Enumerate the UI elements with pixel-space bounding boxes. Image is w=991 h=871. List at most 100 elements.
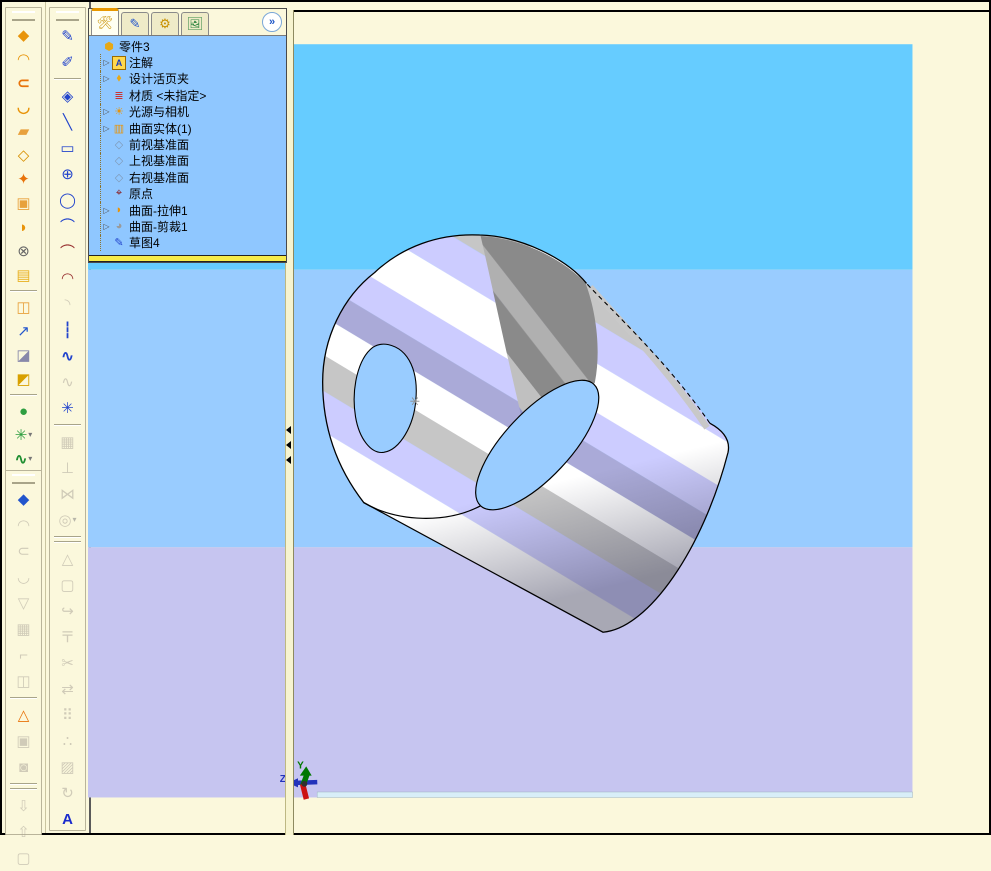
splitter-collapse-arrow[interactable]	[286, 441, 291, 449]
midsurface-button[interactable]: ◫	[6, 295, 41, 319]
filled-surface-button[interactable]: ●	[6, 399, 41, 423]
tree-item-12[interactable]: ✎ 草图4	[100, 234, 286, 252]
tree-item-icon: ◇	[114, 139, 124, 152]
sketch-button[interactable]: ✎	[50, 23, 85, 49]
radiate-surface-button[interactable]: ✦	[6, 167, 41, 191]
mirror-entities-button[interactable]: ⋈	[50, 481, 85, 507]
convert-box-button[interactable]: ▢	[50, 572, 85, 598]
tree-item-10[interactable]: ▷ ◗ 曲面-拉伸1	[100, 201, 286, 219]
expand-arrow-icon[interactable]: ▷	[101, 222, 112, 231]
splitter-collapse-arrow[interactable]	[286, 426, 291, 434]
expand-arrow-icon[interactable]: ▷	[101, 206, 112, 215]
offset-surface-button[interactable]: ◇	[6, 143, 41, 167]
point-button[interactable]: ✳	[50, 395, 85, 421]
tangent-arc-button[interactable]: ⌒	[50, 239, 85, 265]
line-button[interactable]: ╲	[50, 109, 85, 135]
planar-surface-button[interactable]: ▰	[6, 119, 41, 143]
rectangle-button[interactable]: ▭	[50, 135, 85, 161]
pattern-feature-button[interactable]: ▦	[6, 616, 41, 642]
text-sketch-button[interactable]: ▦	[50, 429, 85, 455]
dropdown-arrow-icon[interactable]: ▾	[28, 431, 32, 439]
tree-item-11[interactable]: ▷ ◕ 曲面-剪裁1	[100, 218, 286, 235]
delete-face-button[interactable]: ⊗	[6, 239, 41, 263]
hole-wizard-button[interactable]: ⇧	[6, 819, 41, 845]
tree-item-label: 前视基准面	[129, 138, 190, 153]
spline-on-surface-button[interactable]: ∿	[50, 369, 85, 395]
rib-feature-button[interactable]: △	[6, 702, 41, 728]
lofted-surface-button[interactable]: ◡	[6, 95, 41, 119]
three-point-arc-button[interactable]: ◠	[50, 265, 85, 291]
tree-rollback-bar[interactable]	[89, 255, 286, 262]
convert-entities-button[interactable]: ↪	[50, 598, 85, 624]
pipe-feature-button[interactable]: ⌐	[6, 642, 41, 668]
tree-item-9[interactable]: ⌖ 原点	[100, 185, 286, 202]
tree-item-3[interactable]: ≣ 材质 <未指定>	[100, 87, 286, 104]
swept-boss-button[interactable]: ⊂	[6, 538, 41, 564]
offset-entities-button[interactable]: 〒	[50, 624, 85, 650]
panel-expand-button[interactable]: »	[262, 12, 282, 32]
tree-item-4[interactable]: ▷ ☀ 光源与相机	[100, 103, 286, 120]
add-relation-button[interactable]: ⊥	[50, 455, 85, 481]
modify-plusminus-button[interactable]: ↻	[50, 780, 85, 806]
expand-arrow-icon[interactable]: ▷	[101, 58, 112, 67]
extruded-boss-button[interactable]: ◆	[6, 486, 41, 512]
expand-arrow-icon[interactable]: ▷	[101, 124, 112, 133]
lofted-boss-button[interactable]: ◡	[6, 564, 41, 590]
modify-sketch-button[interactable]: ◈	[50, 83, 85, 109]
thicken-button[interactable]: ▤	[6, 263, 41, 287]
toolbar-grip[interactable]	[12, 11, 35, 21]
extruded-surface-icon: ◆	[17, 26, 30, 44]
expand-arrow-icon[interactable]: ▷	[101, 74, 112, 83]
trim-surface-button[interactable]: ◪	[6, 343, 41, 367]
ruled-surface-button[interactable]: ◗	[6, 215, 41, 239]
dropdown-arrow-icon[interactable]: ▾	[73, 516, 77, 524]
convert-bell-button[interactable]: △	[50, 546, 85, 572]
tree-item-6[interactable]: ◇ 前视基准面	[100, 136, 286, 153]
sketch-picture-button[interactable]: ▨	[50, 754, 85, 780]
shell-feature-button[interactable]: ◫	[6, 668, 41, 694]
tab-appearances[interactable]: 🖼	[181, 12, 209, 35]
linear-sketch-pattern-button[interactable]: ⠿	[50, 702, 85, 728]
trim-entities-button[interactable]: ✂	[50, 650, 85, 676]
move-entities-button[interactable]: ⇄	[50, 676, 85, 702]
ellipse-button[interactable]: ◯	[50, 187, 85, 213]
tab-propertymanager[interactable]: ✎	[121, 12, 149, 35]
tree-item-2[interactable]: ▷ ⬧ 设计活页夹	[100, 70, 286, 88]
circle-button[interactable]: ⊕	[50, 161, 85, 187]
hole-simple-button[interactable]: ⇩	[6, 793, 41, 819]
tree-item-5[interactable]: ▷ ▥ 曲面实体(1)	[100, 119, 286, 137]
tree-item-8[interactable]: ◇ 右视基准面	[100, 169, 286, 186]
knit-surface-button[interactable]: ▣	[6, 191, 41, 215]
extend-surface-button[interactable]: ↗	[6, 319, 41, 343]
tab-featuremanager[interactable]: 🛠	[91, 8, 119, 35]
swept-surface-button[interactable]: ⊂	[6, 71, 41, 95]
wrap-feature-button[interactable]: ▣	[6, 728, 41, 754]
sketch-text-button[interactable]: A	[50, 806, 85, 832]
box-feature-button[interactable]: ▢	[6, 845, 41, 871]
sketch-fillet-button[interactable]: ◝	[50, 291, 85, 317]
revolved-boss-button[interactable]: ◠	[6, 512, 41, 538]
sketch-3d-button[interactable]: ✐	[50, 49, 85, 75]
curve-tools-button[interactable]: ∿ ▾	[6, 447, 41, 471]
fillet-feature-button[interactable]: ▽	[6, 590, 41, 616]
tree-item-7[interactable]: ◇ 上视基准面	[100, 152, 286, 170]
centerpoint-arc-button[interactable]: ⌒	[50, 213, 85, 239]
spline-button[interactable]: ∿	[50, 343, 85, 369]
revolved-surface-button[interactable]: ◠	[6, 47, 41, 71]
freeform-button[interactable]: ✳ ▾	[6, 423, 41, 447]
centerline-icon: ┆	[62, 321, 73, 339]
centerline-button[interactable]: ┆	[50, 317, 85, 343]
tree-item-root[interactable]: ⬢ 零件3	[91, 38, 286, 54]
splitter-collapse-arrow[interactable]	[286, 456, 291, 464]
toolbar-grip[interactable]	[12, 474, 35, 484]
circular-dots-pattern-button[interactable]: ∴	[50, 728, 85, 754]
tab-configurationmanager[interactable]: ⚙	[151, 12, 179, 35]
extruded-surface-button[interactable]: ◆	[6, 23, 41, 47]
tree-item-1[interactable]: ▷ A 注解	[100, 54, 286, 71]
toolbar-grip[interactable]	[56, 11, 79, 21]
expand-arrow-icon[interactable]: ▷	[101, 107, 112, 116]
dome-feature-button[interactable]: ◙	[6, 754, 41, 780]
dropdown-arrow-icon[interactable]: ▾	[28, 455, 32, 463]
untrim-surface-button[interactable]: ◩	[6, 367, 41, 391]
circular-sketch-pattern-button[interactable]: ◎ ▾	[50, 507, 85, 533]
